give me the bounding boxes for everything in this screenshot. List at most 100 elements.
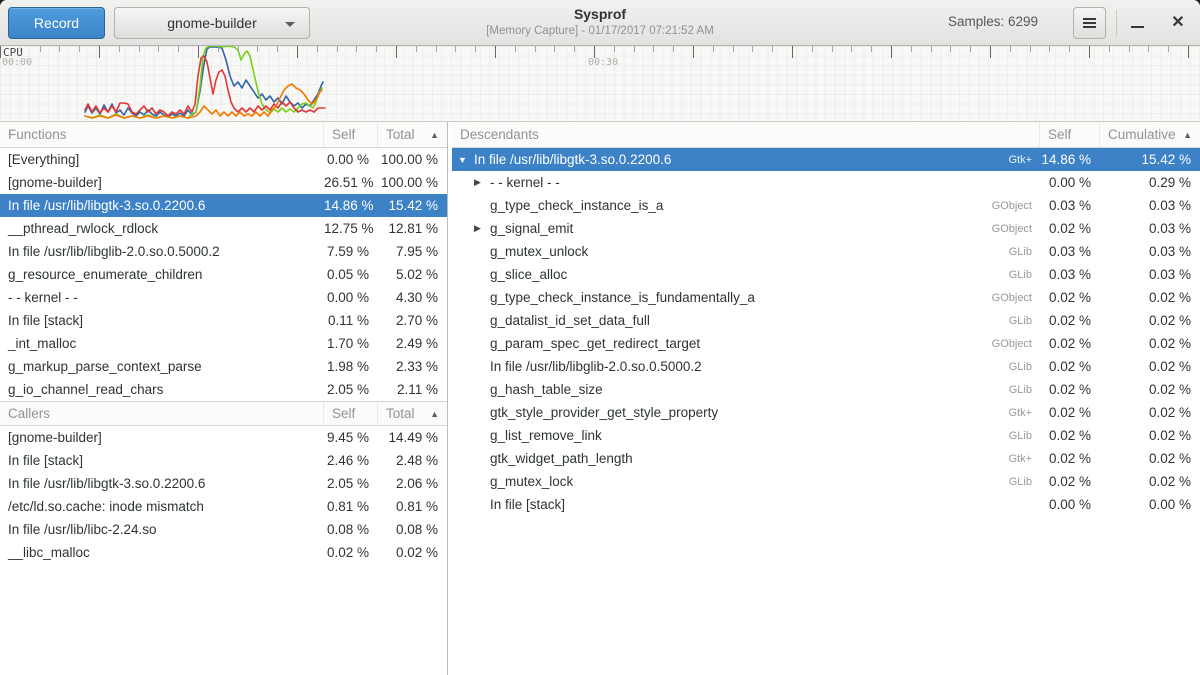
time-label-mid: 00:30 (588, 57, 618, 68)
descendant-row[interactable]: g_type_check_instance_is_a GObject 0.03 … (452, 194, 1200, 217)
functions-column-headers: Functions Self Total ▲ (0, 122, 447, 148)
function-row[interactable]: - - kernel - - 0.00 % 4.30 % (0, 286, 447, 309)
tree-cell: g_type_check_instance_is_a GObject (452, 198, 1040, 213)
time-label-start: 00:00 (2, 57, 32, 68)
caller-total-value: 0.02 % (378, 545, 447, 560)
function-name: [Everything] (0, 152, 324, 167)
caller-self-value: 9.45 % (324, 430, 378, 445)
descendant-row[interactable]: g_type_check_instance_is_fundamentally_a… (452, 286, 1200, 309)
expander-icon[interactable]: ▶ (474, 223, 490, 234)
descendant-name: g_slice_alloc (490, 267, 567, 282)
caller-row[interactable]: In file [stack] 2.46 % 2.48 % (0, 449, 447, 472)
descendant-row[interactable]: g_hash_table_size GLib 0.02 % 0.02 % (452, 378, 1200, 401)
expander-icon[interactable]: ▶ (474, 177, 490, 188)
function-name: g_resource_enumerate_children (0, 267, 324, 282)
tree-cell: g_type_check_instance_is_fundamentally_a… (452, 290, 1040, 305)
sort-ascending-icon: ▲ (424, 130, 439, 140)
function-total-value: 4.30 % (378, 290, 447, 305)
functions-self-header[interactable]: Self (324, 122, 378, 147)
descendant-row[interactable]: In file [stack] 0.00 % 0.00 % (452, 493, 1200, 516)
descendant-name: gtk_style_provider_get_style_property (490, 405, 718, 420)
callers-header[interactable]: Callers (0, 402, 324, 425)
descendant-row[interactable]: gtk_style_provider_get_style_property Gt… (452, 401, 1200, 424)
menu-button[interactable] (1073, 7, 1106, 39)
callers-total-header[interactable]: Total ▲ (378, 402, 447, 425)
functions-total-header[interactable]: Total ▲ (378, 122, 447, 147)
descendant-row[interactable]: g_slice_alloc GLib 0.03 % 0.03 % (452, 263, 1200, 286)
function-self-value: 7.59 % (324, 244, 378, 259)
caller-row[interactable]: __libc_malloc 0.02 % 0.02 % (0, 541, 447, 564)
caller-self-value: 0.08 % (324, 522, 378, 537)
function-name: [gnome-builder] (0, 175, 324, 190)
tree-cell: g_datalist_id_set_data_full GLib (452, 313, 1040, 328)
descendant-row[interactable]: g_mutex_lock GLib 0.02 % 0.02 % (452, 470, 1200, 493)
minimize-button[interactable] (1126, 7, 1148, 39)
function-self-value: 26.51 % (324, 175, 378, 190)
sysprof-window: Record gnome-builder Sysprof [Memory Cap… (0, 0, 1200, 675)
descendant-self-value: 14.86 % (1040, 152, 1100, 167)
functions-header[interactable]: Functions (0, 122, 324, 147)
descendants-header[interactable]: Descendants (452, 122, 1040, 147)
callers-self-header[interactable]: Self (324, 402, 378, 425)
record-button[interactable]: Record (8, 7, 105, 39)
close-button[interactable]: ✕ (1166, 7, 1190, 39)
function-row[interactable]: In file [stack] 0.11 % 2.70 % (0, 309, 447, 332)
descendant-name: In file /usr/lib/libglib-2.0.so.0.5000.2 (490, 359, 702, 374)
descendant-row[interactable]: ▼ In file /usr/lib/libgtk-3.so.0.2200.6 … (452, 148, 1200, 171)
caller-row[interactable]: In file /usr/lib/libc-2.24.so 0.08 % 0.0… (0, 518, 447, 541)
function-row[interactable]: g_io_channel_read_chars 2.05 % 2.11 % (0, 378, 447, 401)
descendant-row[interactable]: g_mutex_unlock GLib 0.03 % 0.03 % (452, 240, 1200, 263)
descendant-row[interactable]: g_param_spec_get_redirect_target GObject… (452, 332, 1200, 355)
descendant-cumulative-value: 0.02 % (1100, 359, 1200, 374)
caller-total-value: 14.49 % (378, 430, 447, 445)
descendant-self-value: 0.02 % (1040, 313, 1100, 328)
caller-row[interactable]: In file /usr/lib/libgtk-3.so.0.2200.6 2.… (0, 472, 447, 495)
descendants-cumulative-header[interactable]: Cumulative ▲ (1100, 122, 1200, 147)
tree-cell: g_list_remove_link GLib (452, 428, 1040, 443)
library-tag: GLib (997, 246, 1040, 258)
descendant-name: g_signal_emit (490, 221, 573, 236)
descendant-name: g_mutex_unlock (490, 244, 588, 259)
function-row[interactable]: g_markup_parse_context_parse 1.98 % 2.33… (0, 355, 447, 378)
tree-cell: g_mutex_unlock GLib (452, 244, 1040, 259)
library-tag: GLib (997, 430, 1040, 442)
descendant-name: g_type_check_instance_is_fundamentally_a (490, 290, 755, 305)
function-row[interactable]: _int_malloc 1.70 % 2.49 % (0, 332, 447, 355)
function-row[interactable]: [gnome-builder] 26.51 % 100.00 % (0, 171, 447, 194)
caller-total-value: 0.81 % (378, 499, 447, 514)
caller-total-value: 0.08 % (378, 522, 447, 537)
cpu-graph[interactable]: CPU 00:00 00:30 (0, 46, 1200, 122)
descendant-cumulative-value: 0.03 % (1100, 267, 1200, 282)
descendant-name: - - kernel - - (490, 175, 560, 190)
function-row[interactable]: In file /usr/lib/libglib-2.0.so.0.5000.2… (0, 240, 447, 263)
function-total-value: 2.70 % (378, 313, 447, 328)
descendant-row[interactable]: In file /usr/lib/libglib-2.0.so.0.5000.2… (452, 355, 1200, 378)
library-tag: GObject (980, 338, 1040, 350)
library-tag: GLib (997, 269, 1040, 281)
descendant-self-value: 0.02 % (1040, 474, 1100, 489)
function-name: __pthread_rwlock_rdlock (0, 221, 324, 236)
descendant-self-value: 0.02 % (1040, 382, 1100, 397)
process-selector-dropdown[interactable]: gnome-builder (114, 7, 310, 39)
function-name: g_io_channel_read_chars (0, 382, 324, 397)
descendant-row[interactable]: gtk_widget_path_length Gtk+ 0.02 % 0.02 … (452, 447, 1200, 470)
tree-cell: In file /usr/lib/libglib-2.0.so.0.5000.2… (452, 359, 1040, 374)
descendant-cumulative-value: 0.02 % (1100, 474, 1200, 489)
descendant-row[interactable]: ▶ - - kernel - - 0.00 % 0.29 % (452, 171, 1200, 194)
function-row[interactable]: In file /usr/lib/libgtk-3.so.0.2200.6 14… (0, 194, 447, 217)
descendants-self-header[interactable]: Self (1040, 122, 1100, 147)
function-row[interactable]: g_resource_enumerate_children 0.05 % 5.0… (0, 263, 447, 286)
descendant-row[interactable]: ▶ g_signal_emit GObject 0.02 % 0.03 % (452, 217, 1200, 240)
descendant-row[interactable]: g_datalist_id_set_data_full GLib 0.02 % … (452, 309, 1200, 332)
caller-row[interactable]: [gnome-builder] 9.45 % 14.49 % (0, 426, 447, 449)
caller-self-value: 0.81 % (324, 499, 378, 514)
function-row[interactable]: [Everything] 0.00 % 100.00 % (0, 148, 447, 171)
function-self-value: 14.86 % (324, 198, 378, 213)
library-tag: Gtk+ (996, 453, 1040, 465)
function-row[interactable]: __pthread_rwlock_rdlock 12.75 % 12.81 % (0, 217, 447, 240)
caller-name: __libc_malloc (0, 545, 324, 560)
caller-row[interactable]: /etc/ld.so.cache: inode mismatch 0.81 % … (0, 495, 447, 518)
expander-icon[interactable]: ▼ (458, 155, 474, 165)
descendant-row[interactable]: g_list_remove_link GLib 0.02 % 0.02 % (452, 424, 1200, 447)
function-name: _int_malloc (0, 336, 324, 351)
